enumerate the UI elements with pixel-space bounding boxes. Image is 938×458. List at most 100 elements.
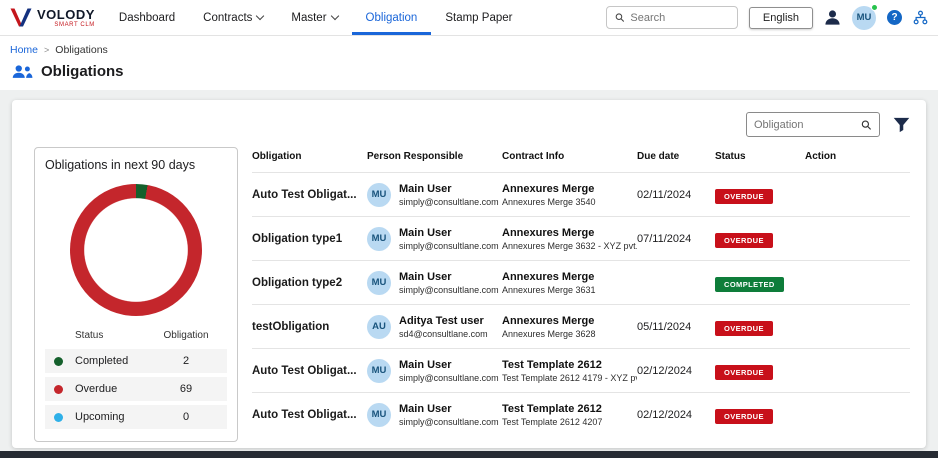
avatar: MU: [367, 403, 391, 427]
help-button[interactable]: ?: [887, 10, 902, 25]
user-profile-button[interactable]: [824, 9, 841, 26]
nav-item-contracts[interactable]: Contracts: [189, 0, 277, 35]
legend-item-completed: Completed 2: [45, 349, 227, 373]
obligation-name: testObligation: [252, 321, 367, 333]
status-badge: OVERDUE: [715, 233, 773, 248]
legend-item-overdue: Overdue 69: [45, 377, 227, 401]
obligations-summary-card: Obligations in next 90 days Status Oblig…: [34, 147, 238, 442]
donut-chart: [70, 184, 202, 316]
volody-logo-icon: [10, 8, 32, 27]
main-nav: Dashboard Contracts Master Obligation St…: [105, 0, 527, 35]
due-date: 02/12/2024: [637, 409, 715, 421]
person-name: Aditya Test user: [399, 315, 488, 327]
legend-header-status: Status: [75, 330, 149, 341]
chart-title: Obligations in next 90 days: [45, 158, 227, 172]
brand-tagline: SMART CLM: [37, 22, 95, 28]
person-name: Main User: [399, 403, 494, 415]
obligation-name: Obligation type2: [252, 277, 367, 289]
status-badge: OVERDUE: [715, 365, 773, 380]
breadcrumb-current: Obligations: [55, 44, 108, 56]
table-row[interactable]: testObligation AU Aditya Test user sd4@co…: [252, 304, 910, 348]
nav-item-stamp-paper[interactable]: Stamp Paper: [431, 0, 526, 35]
filter-funnel-icon[interactable]: [893, 117, 910, 133]
avatar: MU: [367, 271, 391, 295]
table-row[interactable]: Auto Test Obligat... MU Main Usersimply@…: [252, 348, 910, 392]
contract-cell: Annexures MergeAnnexures Merge 3540: [502, 183, 637, 207]
volody-logo[interactable]: VOLODY SMART CLM: [10, 8, 95, 28]
contract-cell: Annexures MergeAnnexures Merge 3631: [502, 271, 637, 295]
search-input[interactable]: [630, 12, 729, 24]
bottom-bar: [0, 451, 938, 458]
person-cell: MU Main User simply@consultlane.com: [367, 183, 502, 207]
obligations-table: Obligation Person Responsible Contract I…: [252, 147, 910, 436]
person-name: Main User: [399, 271, 494, 283]
online-status-dot: [871, 4, 878, 11]
avatar: AU: [367, 315, 391, 339]
nav-item-dashboard[interactable]: Dashboard: [105, 0, 189, 35]
person-name: Main User: [399, 359, 494, 371]
due-date: 02/12/2024: [637, 365, 715, 377]
global-search: [606, 6, 738, 29]
overdue-dot-icon: [54, 385, 63, 394]
chevron-down-icon: [330, 12, 338, 20]
person-email: sd4@consultlane.com: [399, 329, 488, 339]
breadcrumb: Home > Obligations: [10, 44, 928, 56]
person-cell: MU Main User simply@consultlane.com: [367, 403, 502, 427]
breadcrumb-separator: >: [44, 45, 49, 55]
status-badge: OVERDUE: [715, 189, 773, 204]
breadcrumb-home-link[interactable]: Home: [10, 44, 38, 56]
search-icon: [615, 12, 625, 23]
legend-item-upcoming: Upcoming 0: [45, 405, 227, 429]
person-name: Main User: [399, 227, 494, 239]
obligation-name: Auto Test Obligat...: [252, 189, 367, 201]
nav-item-master[interactable]: Master: [277, 0, 351, 35]
contract-cell: Test Template 2612Test Template 2612 417…: [502, 359, 637, 383]
table-row[interactable]: Obligation type1 MU Main User simply@cons…: [252, 216, 910, 260]
person-email: simply@consultlane.com: [399, 373, 494, 383]
table-row[interactable]: Auto Test Obligat... MU Main User simply@…: [252, 392, 910, 436]
table-row[interactable]: Obligation type2 MU Main User simply@cons…: [252, 260, 910, 304]
obligation-name: Auto Test Obligat...: [252, 365, 367, 377]
user-avatar[interactable]: MU: [852, 6, 876, 30]
upcoming-dot-icon: [54, 413, 63, 422]
obligation-name: Auto Test Obligat...: [252, 409, 367, 421]
language-selector[interactable]: English: [749, 7, 813, 29]
page-title: Obligations: [41, 63, 124, 80]
person-email: simply@consultlane.com: [399, 241, 494, 251]
due-date: 07/11/2024: [637, 233, 715, 245]
obligations-panel: Obligations in next 90 days Status Oblig…: [12, 100, 926, 448]
person-email: simply@consultlane.com: [399, 285, 494, 295]
obligation-name: Obligation type1: [252, 233, 367, 245]
avatar: MU: [367, 227, 391, 251]
person-email: simply@consultlane.com: [399, 417, 494, 427]
obligation-filter-search: [746, 112, 880, 137]
person-cell: AU Aditya Test user sd4@consultlane.com: [367, 315, 502, 339]
table-header-row: Obligation Person Responsible Contract I…: [252, 147, 910, 172]
users-group-icon: [12, 64, 33, 79]
person-icon: [824, 9, 841, 26]
contract-cell: Test Template 2612Test Template 2612 420…: [502, 403, 637, 427]
sitemap-icon: [913, 10, 928, 25]
person-cell: MU Main Usersimply@consultlane.com: [367, 359, 502, 383]
completed-dot-icon: [54, 357, 63, 366]
page-header: Home > Obligations Obligations: [0, 36, 938, 90]
contract-cell: Annexures MergeAnnexures Merge 3632 - XY…: [502, 227, 637, 251]
chart-legend: Status Obligation Completed 2 Overdue 69…: [45, 328, 227, 429]
person-cell: MU Main User simply@consultlane.com: [367, 227, 502, 251]
avatar: MU: [367, 183, 391, 207]
nav-item-obligation[interactable]: Obligation: [352, 0, 432, 35]
legend-header-obligation: Obligation: [149, 330, 223, 341]
due-date: 02/11/2024: [637, 189, 715, 201]
chevron-down-icon: [256, 12, 264, 20]
brand-name: VOLODY: [37, 8, 95, 21]
status-badge: COMPLETED: [715, 277, 784, 292]
due-date: 05/11/2024: [637, 321, 715, 333]
search-icon[interactable]: [861, 119, 872, 131]
person-email: simply@consultlane.com: [399, 197, 494, 207]
status-badge: OVERDUE: [715, 321, 773, 336]
org-chart-button[interactable]: [913, 10, 928, 25]
top-navbar: VOLODY SMART CLM Dashboard Contracts Mas…: [0, 0, 938, 36]
table-row[interactable]: Auto Test Obligat... MU Main User simply@…: [252, 172, 910, 216]
person-name: Main User: [399, 183, 494, 195]
obligation-search-input[interactable]: [754, 119, 857, 131]
